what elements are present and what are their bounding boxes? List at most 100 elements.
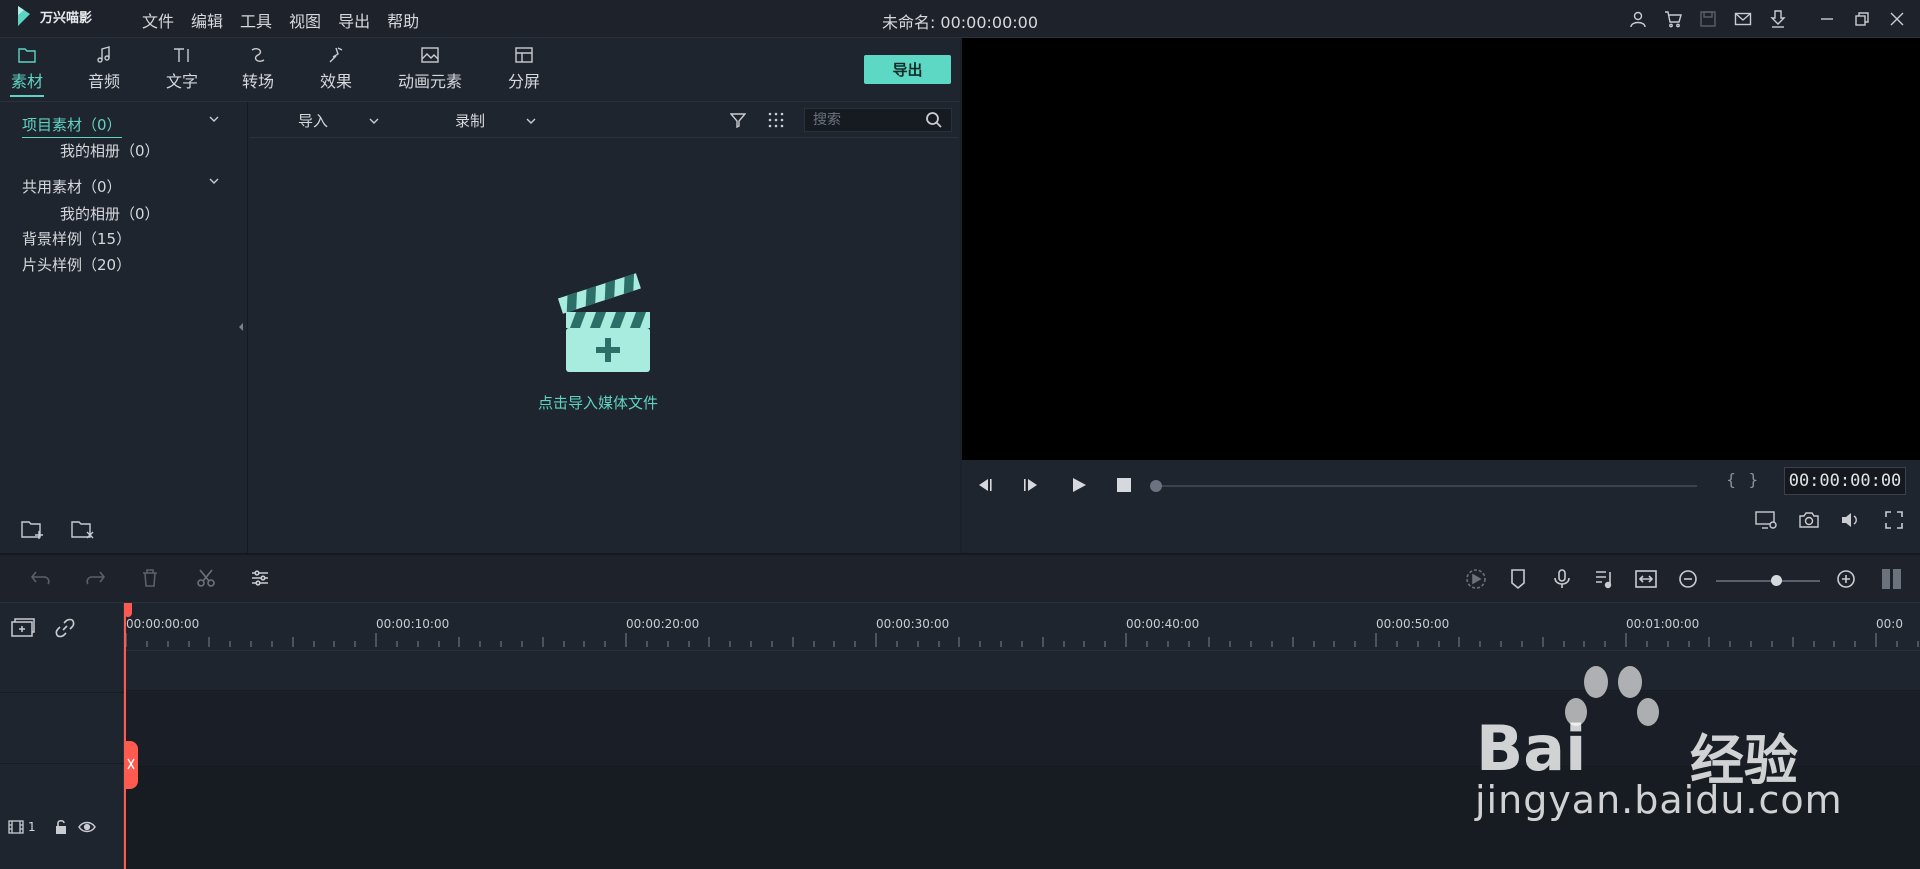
minimize-icon[interactable] — [1816, 8, 1838, 30]
chevron-down-icon — [526, 118, 536, 124]
eye-icon[interactable] — [77, 820, 96, 834]
panel-layout-icon[interactable] — [1880, 568, 1904, 590]
tab-split-screen-label: 分屏 — [508, 72, 541, 91]
grid-view-icon[interactable] — [768, 112, 784, 128]
tab-transition[interactable]: 转场 — [242, 46, 274, 92]
add-track-icon[interactable] — [10, 617, 36, 639]
mail-icon[interactable] — [1732, 8, 1754, 30]
zoom-slider-handle[interactable] — [1771, 575, 1782, 586]
lock-icon[interactable] — [54, 819, 68, 835]
tab-elements[interactable]: 动画元素 — [398, 46, 462, 92]
marker-icon[interactable] — [1508, 568, 1528, 590]
snapshot-icon[interactable] — [1798, 510, 1820, 530]
video-preview — [962, 38, 1920, 460]
import-dropdown[interactable]: 导入 — [298, 110, 380, 131]
split-screen-icon — [515, 47, 533, 63]
playhead[interactable] — [124, 603, 126, 869]
preview-timecode: 00:00:00:00 — [1784, 467, 1906, 495]
clapperboard-import-icon[interactable] — [558, 270, 654, 374]
mark-out-button[interactable]: } — [1748, 470, 1758, 489]
tree-intro-samples[interactable]: 片头样例（20） — [22, 254, 131, 275]
user-icon[interactable] — [1627, 8, 1649, 30]
tab-split-screen[interactable]: 分屏 — [508, 46, 540, 92]
tab-text-label: 文字 — [166, 72, 199, 91]
tree-project-media[interactable]: 项目素材（0） — [22, 114, 122, 138]
close-icon[interactable] — [1886, 8, 1908, 30]
tab-text[interactable]: 文字 — [166, 46, 198, 92]
scrub-handle[interactable] — [1150, 480, 1162, 492]
tab-audio[interactable]: 音频 — [88, 46, 120, 92]
search-box — [804, 108, 952, 132]
search-input[interactable] — [805, 112, 925, 128]
menu-bar: 文件 编辑 工具 视图 导出 帮助 — [142, 8, 419, 32]
record-dropdown[interactable]: 录制 — [455, 110, 537, 131]
chevron-down-icon[interactable] — [208, 114, 220, 124]
time-ruler[interactable]: 00:00:00:00 00:00:10:00 00:00:20:00 00:0… — [124, 603, 1920, 651]
library-tree: 项目素材（0） 我的相册（0） 共用素材（0） 我的相册（0） 背景样例（15）… — [0, 102, 248, 553]
display-settings-icon[interactable] — [1754, 510, 1778, 530]
new-folder-icon[interactable] — [20, 518, 46, 540]
menu-export[interactable]: 导出 — [338, 8, 370, 32]
menu-edit[interactable]: 编辑 — [191, 8, 223, 32]
tab-effect[interactable]: 效果 — [320, 46, 352, 92]
microphone-icon[interactable] — [1552, 568, 1572, 590]
delete-icon[interactable] — [140, 568, 160, 588]
save-icon[interactable] — [1697, 8, 1719, 30]
menu-tools[interactable]: 工具 — [240, 8, 272, 32]
export-button[interactable]: 导出 — [864, 55, 951, 84]
prev-frame-icon[interactable] — [976, 476, 994, 494]
watermark-brand: Bai — [1476, 712, 1587, 785]
audio-mixer-icon[interactable] — [1594, 568, 1616, 590]
mark-in-out: { } — [1726, 470, 1758, 489]
undo-icon[interactable] — [30, 568, 52, 588]
adjust-icon[interactable] — [250, 568, 270, 588]
next-frame-icon[interactable] — [1022, 476, 1040, 494]
stop-icon[interactable] — [1116, 477, 1132, 493]
cart-icon[interactable] — [1662, 8, 1684, 30]
timeline-toolbar — [0, 553, 1920, 603]
import-media-hint[interactable]: 点击导入媒体文件 — [538, 392, 658, 413]
restore-icon[interactable] — [1851, 8, 1873, 30]
scrub-track[interactable] — [1157, 485, 1697, 487]
cut-icon[interactable] — [196, 568, 216, 588]
link-icon[interactable] — [54, 617, 76, 639]
ruler-label: 00:00:50:00 — [1376, 617, 1450, 631]
video-track-1-header: 1 — [8, 819, 96, 835]
playback-controls: { } 00:00:00:00 — [962, 460, 1920, 553]
tab-elements-label: 动画元素 — [398, 72, 463, 91]
watermark-url: jingyan.baidu.com — [1475, 778, 1843, 822]
redo-icon[interactable] — [84, 568, 106, 588]
playhead-handle[interactable] — [124, 603, 132, 617]
fit-timeline-icon[interactable] — [1634, 568, 1658, 590]
tree-my-album-2[interactable]: 我的相册（0） — [60, 203, 160, 224]
film-strip-icon — [8, 820, 24, 834]
ruler-label: 00:00:10:00 — [376, 617, 450, 631]
chevron-down-icon[interactable] — [208, 176, 220, 186]
delete-folder-icon[interactable] — [70, 518, 96, 540]
tree-my-album-1[interactable]: 我的相册（0） — [60, 140, 160, 161]
zoom-in-icon[interactable] — [1836, 568, 1856, 590]
mark-in-button[interactable]: { — [1726, 470, 1736, 489]
logo-icon — [18, 6, 30, 26]
menu-help[interactable]: 帮助 — [387, 8, 419, 32]
filter-icon[interactable] — [730, 112, 746, 128]
zoom-slider-track[interactable] — [1716, 580, 1820, 582]
split-at-playhead-button[interactable] — [124, 741, 138, 789]
download-icon[interactable] — [1767, 8, 1789, 30]
menu-view[interactable]: 视图 — [289, 8, 321, 32]
render-preview-icon[interactable] — [1464, 568, 1488, 590]
tree-shared-media[interactable]: 共用素材（0） — [22, 176, 122, 197]
ruler-label: 00:0 — [1876, 617, 1903, 631]
tab-media[interactable]: 素材 — [10, 46, 44, 97]
play-icon[interactable] — [1070, 476, 1088, 494]
import-label: 导入 — [298, 112, 329, 130]
app-name: 万兴喵影 — [40, 10, 93, 26]
effect-icon — [329, 47, 343, 63]
menu-file[interactable]: 文件 — [142, 8, 174, 32]
search-icon[interactable] — [925, 111, 943, 129]
tree-background-samples[interactable]: 背景样例（15） — [22, 228, 131, 249]
volume-icon[interactable] — [1840, 510, 1862, 530]
collapse-panel-icon[interactable] — [237, 322, 245, 332]
fullscreen-icon[interactable] — [1884, 510, 1904, 530]
zoom-out-icon[interactable] — [1678, 568, 1698, 590]
